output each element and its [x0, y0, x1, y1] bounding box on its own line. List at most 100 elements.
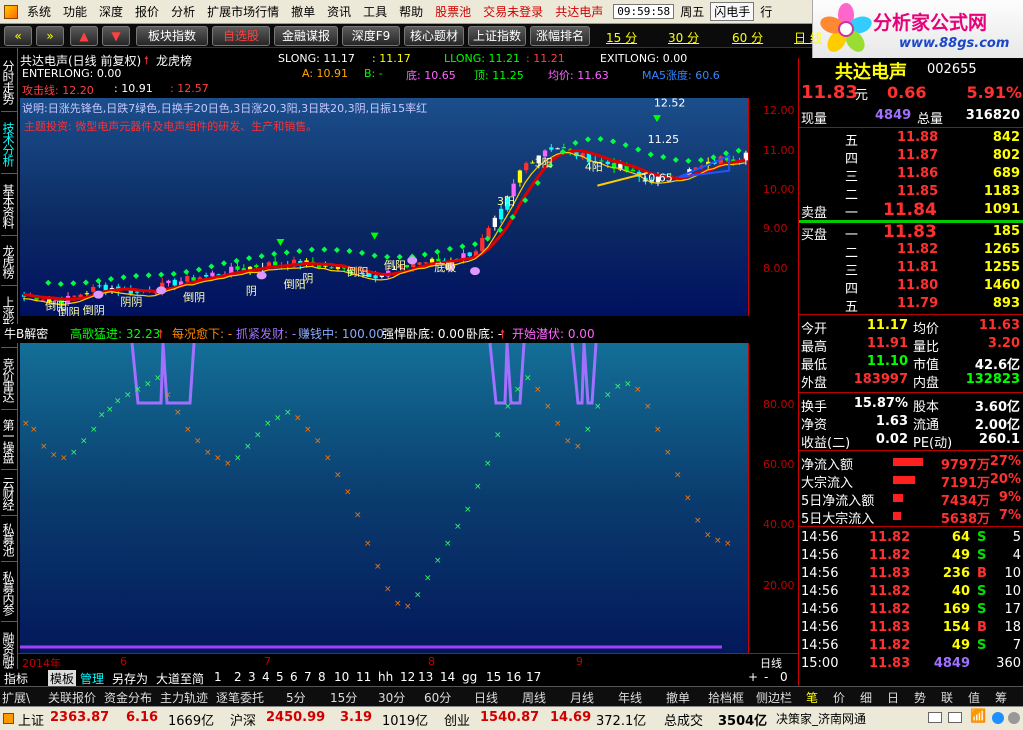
flash-trade-button[interactable]: 闪电手	[710, 2, 755, 21]
menu-help[interactable]: 帮助	[393, 3, 429, 20]
side-tab[interactable]: 日	[887, 689, 899, 706]
menu-overflow[interactable]: 行	[754, 3, 778, 20]
tab-fundamentals[interactable]: 基本资料	[1, 176, 17, 236]
menu-stock-pool[interactable]: 股票池	[429, 3, 477, 20]
zoom-control[interactable]: -	[764, 670, 768, 684]
menu-current-stock[interactable]: 共达电声	[549, 3, 609, 20]
tab-first-trade[interactable]: 第一操盘	[1, 412, 17, 470]
period-30m[interactable]: 30 分	[668, 29, 699, 46]
template-item[interactable]: 8	[318, 670, 326, 684]
template-item[interactable]: 7	[304, 670, 312, 684]
template-item[interactable]: 11	[356, 670, 371, 684]
zoom-control[interactable]: 0	[780, 670, 788, 684]
bottom-tab[interactable]: 拾档框	[708, 689, 744, 706]
hs-label[interactable]: 沪深	[230, 710, 256, 729]
bottom-tab[interactable]: 侧边栏	[756, 689, 792, 706]
bottom-tab[interactable]: 日线	[474, 689, 498, 706]
tab-private-pool[interactable]: 私募池	[1, 518, 17, 562]
app-icon[interactable]	[4, 4, 18, 19]
template-item[interactable]: 大道至简	[156, 670, 204, 687]
kline-chart[interactable]: 倒阳 阴阴 倒阴 倒阴 倒阴阴倒阳阴倒阳 倒阳 底吸 3阳 3阳 4阳 11.25 10.65 12.5…	[20, 98, 748, 316]
bottom-tab[interactable]: 月线	[570, 689, 594, 706]
finance-button[interactable]: 金融谋报	[274, 26, 338, 46]
template-item[interactable]: 3	[248, 670, 256, 684]
bottom-tab[interactable]: 扩展\	[2, 689, 30, 706]
tab-auction-radar[interactable]: 竞价雷达	[1, 350, 17, 410]
template-item[interactable]: 10	[334, 670, 349, 684]
side-tab[interactable]: 势	[914, 689, 926, 706]
bottom-tab[interactable]: 30分	[378, 689, 405, 706]
pane-separator[interactable]	[20, 316, 798, 324]
signal-icon[interactable]: 📶	[970, 709, 986, 724]
menu-depth[interactable]: 深度	[93, 3, 129, 20]
mail-icon[interactable]	[928, 712, 942, 723]
zoom-control[interactable]: +	[748, 670, 758, 684]
sh-label[interactable]: 上证	[18, 710, 44, 729]
bottom-tab[interactable]: 主力轨迹	[160, 689, 208, 706]
up-arrow-icon[interactable]: ▲	[70, 26, 98, 46]
cy-label[interactable]: 创业	[444, 710, 470, 729]
template-item[interactable]: 14	[440, 670, 455, 684]
forward-double-icon[interactable]: »	[36, 26, 64, 46]
template-item[interactable]: 15	[486, 670, 501, 684]
depth-f9-button[interactable]: 深度F9	[342, 26, 400, 46]
indicator-name[interactable]: 牛B解密	[4, 325, 48, 342]
template-item[interactable]: 2	[234, 670, 242, 684]
menu-news[interactable]: 资讯	[321, 3, 357, 20]
menu-quote[interactable]: 报价	[129, 3, 165, 20]
side-tab[interactable]: 值	[968, 689, 980, 706]
tab-cloud-finance[interactable]: 云财经	[1, 472, 17, 516]
bottom-tab[interactable]: 逐笔委托	[216, 689, 264, 706]
template-item[interactable]: 13	[418, 670, 433, 684]
down-arrow-icon[interactable]: ▼	[102, 26, 130, 46]
bottom-tab[interactable]: 关联报价	[48, 689, 96, 706]
template-item[interactable]: 6	[290, 670, 298, 684]
network-icon[interactable]	[992, 712, 1004, 724]
tab-private-ref[interactable]: 私募内参	[1, 564, 17, 622]
template-item[interactable]: 16	[506, 670, 521, 684]
menu-extended-market[interactable]: 扩展市场行情	[201, 3, 285, 20]
tab-technical[interactable]: 技术分析	[1, 114, 17, 174]
menu-tools[interactable]: 工具	[357, 3, 393, 20]
template-item[interactable]: 模板	[48, 670, 77, 687]
bottom-tab[interactable]: 撤单	[666, 689, 690, 706]
template-item[interactable]: gg	[462, 670, 477, 684]
gain-rank-button[interactable]: 涨幅排名	[530, 26, 590, 46]
bottom-tab[interactable]: 资金分布	[104, 689, 152, 706]
side-tab[interactable]: 筹	[995, 689, 1007, 706]
sector-index-button[interactable]: 板块指数	[136, 26, 208, 46]
core-topic-button[interactable]: 核心题材	[404, 26, 464, 46]
menu-trade-login[interactable]: 交易未登录	[477, 3, 549, 20]
tab-intraday[interactable]: 分时走势	[1, 52, 17, 112]
back-double-icon[interactable]: «	[4, 26, 32, 46]
menu-system[interactable]: 系统	[21, 3, 57, 20]
bottom-tab[interactable]: 60分	[424, 689, 451, 706]
template-item[interactable]: 17	[526, 670, 541, 684]
settings-icon[interactable]	[1008, 712, 1020, 724]
indicator-chart[interactable]: × × × × × × × × × × × × × × × × × × × × × × × × × × × × × × × × × × × × × × × ×…	[20, 343, 748, 653]
template-item[interactable]: 1	[214, 670, 222, 684]
template-item[interactable]: 指标	[4, 670, 28, 687]
template-item[interactable]: hh	[378, 670, 393, 684]
tab-dragon-tiger[interactable]: 龙虎榜	[1, 238, 17, 286]
template-item[interactable]: 管理	[80, 670, 104, 687]
template-item[interactable]: 4	[262, 670, 270, 684]
bottom-tab[interactable]: 周线	[522, 689, 546, 706]
side-tab[interactable]: 价	[833, 689, 845, 706]
template-item[interactable]: 12	[400, 670, 415, 684]
mail-icon[interactable]	[948, 712, 962, 723]
bottom-tab[interactable]: 年线	[618, 689, 642, 706]
period-15m[interactable]: 15 分	[606, 29, 637, 46]
side-tab[interactable]: 联	[941, 689, 953, 706]
menu-cancel-order[interactable]: 撤单	[285, 3, 321, 20]
sh-index-button[interactable]: 上证指数	[468, 26, 526, 46]
bottom-tab[interactable]: 15分	[330, 689, 357, 706]
template-item[interactable]: 5	[276, 670, 284, 684]
watchlist-button[interactable]: 自选股	[212, 26, 270, 46]
bottom-tab[interactable]: 5分	[286, 689, 306, 706]
period-60m[interactable]: 60 分	[732, 29, 763, 46]
side-tab[interactable]: 细	[860, 689, 872, 706]
menu-analysis[interactable]: 分析	[165, 3, 201, 20]
side-tab[interactable]: 笔	[806, 689, 818, 706]
template-item[interactable]: 另存为	[112, 670, 148, 687]
